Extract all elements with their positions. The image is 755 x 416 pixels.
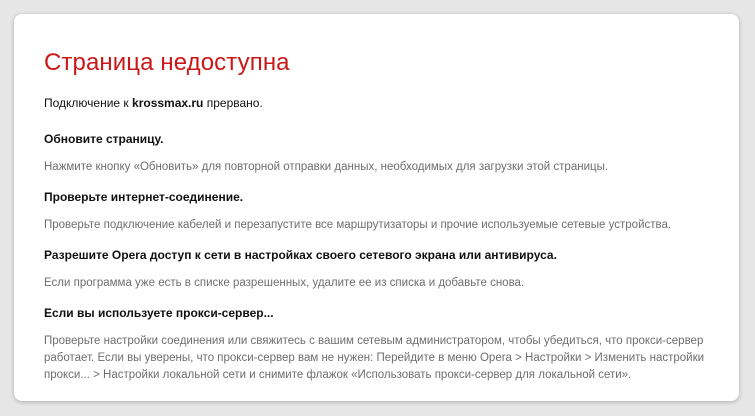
- suggestion-text: Проверьте настройки соединения или свяжи…: [44, 335, 705, 381]
- page-title: Страница недоступна: [44, 49, 290, 76]
- suggestion-firewall: Разрешите Opera доступ к сети в настройк…: [44, 247, 724, 292]
- suggestion-heading: Обновите страницу.: [44, 132, 164, 146]
- connection-message-prefix: Подключение к: [44, 96, 133, 110]
- suggestion-heading: Проверьте интернет-соединение.: [44, 190, 244, 204]
- suggestion-heading: Разрешите Opera доступ к сети в настройк…: [44, 248, 557, 262]
- suggestion-heading: Если вы используете прокси-сервер...: [44, 306, 274, 320]
- suggestion-reload: Обновите страницу. Нажмите кнопку «Обнов…: [44, 131, 724, 176]
- connection-message: Подключение к krossmax.ru прервано.: [44, 95, 263, 111]
- suggestion-text: Проверьте подключение кабелей и перезапу…: [44, 219, 672, 231]
- connection-message-suffix: прервано.: [203, 96, 263, 110]
- suggestion-check-connection: Проверьте интернет-соединение. Проверьте…: [44, 189, 724, 234]
- suggestion-proxy: Если вы используете прокси-сервер... Про…: [44, 305, 724, 384]
- suggestion-text: Если программа уже есть в списке разреше…: [44, 277, 525, 289]
- error-card: Страница недоступна Подключение к krossm…: [14, 14, 739, 401]
- suggestion-text: Нажмите кнопку «Обновить» для повторной …: [44, 161, 609, 173]
- host-name: krossmax.ru: [132, 96, 204, 110]
